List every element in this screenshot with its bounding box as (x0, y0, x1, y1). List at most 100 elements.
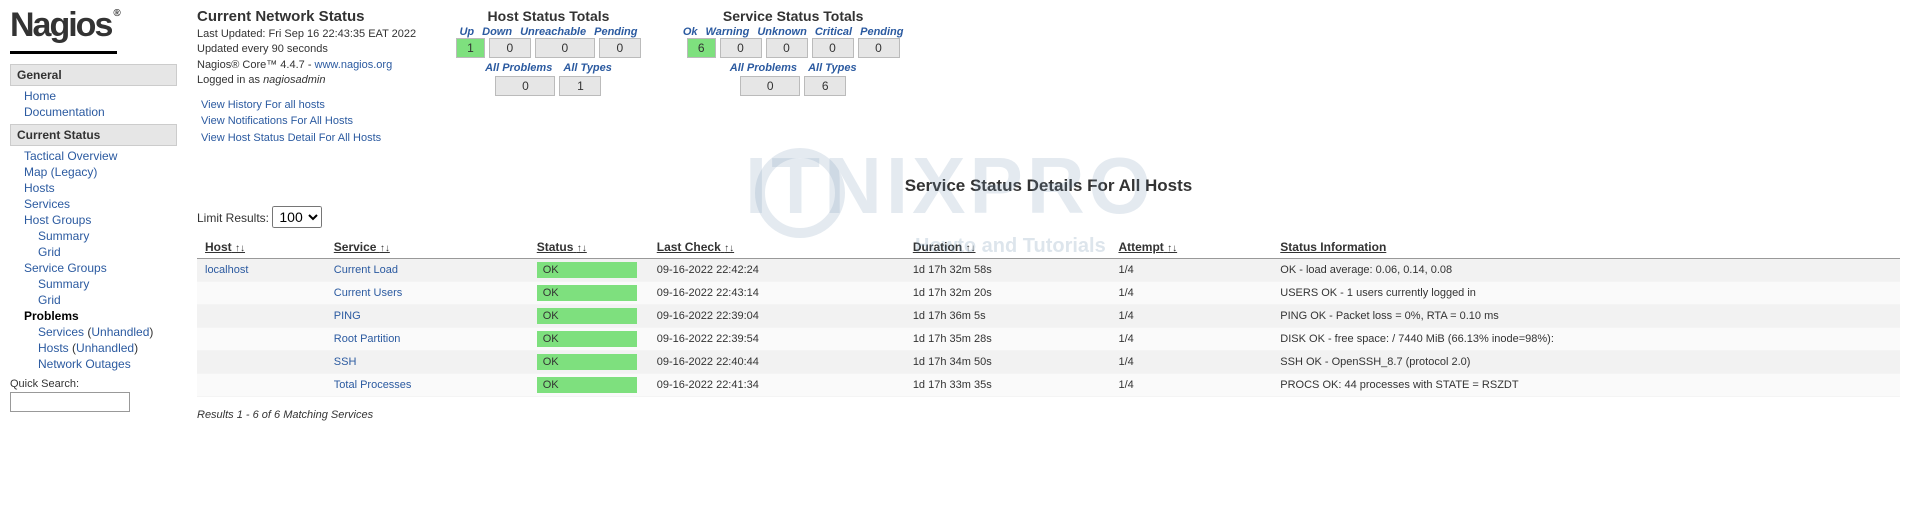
svc-val-warning[interactable]: 0 (720, 38, 762, 58)
nav-host-groups[interactable]: Host Groups (24, 213, 91, 227)
cell-status: OK (529, 305, 649, 328)
svc-val-pending[interactable]: 0 (858, 38, 900, 58)
cell-last-check: 09-16-2022 22:39:54 (649, 328, 905, 351)
nav-services[interactable]: Services (24, 197, 70, 211)
nav-servicegroups-summary[interactable]: Summary (38, 277, 89, 291)
quick-search-input[interactable] (10, 392, 130, 412)
cell-last-check: 09-16-2022 22:43:14 (649, 282, 905, 305)
svc-sub-types[interactable]: All Types (808, 62, 857, 74)
cell-host[interactable]: localhost (197, 259, 326, 282)
table-row: Current UsersOK09-16-2022 22:43:141d 17h… (197, 282, 1900, 305)
nav-hosts[interactable]: Hosts (24, 181, 55, 195)
svc-sub-problems[interactable]: All Problems (730, 62, 797, 74)
cell-host[interactable] (197, 328, 326, 351)
col-status[interactable]: Status ↑↓ (529, 236, 649, 259)
details-title: Service Status Details For All Hosts (197, 176, 1900, 196)
col-last-check[interactable]: Last Check ↑↓ (649, 236, 905, 259)
host-val-pending[interactable]: 0 (599, 38, 641, 58)
nav-list-general: Home Documentation (10, 88, 177, 120)
quick-search-label: Quick Search: (10, 378, 177, 390)
logo-text: Nagios (10, 6, 111, 44)
host-head-up[interactable]: Up (457, 26, 476, 38)
cell-host[interactable] (197, 282, 326, 305)
limit-select[interactable]: 100 (272, 206, 322, 228)
host-sub-val-problems[interactable]: 0 (495, 76, 555, 96)
cell-service[interactable]: PING (326, 305, 529, 328)
services-table: Host ↑↓ Service ↑↓ Status ↑↓ Last Check … (197, 236, 1900, 397)
cell-info: PING OK - Packet loss = 0%, RTA = 0.10 m… (1272, 305, 1900, 328)
host-head-pending[interactable]: Pending (592, 26, 639, 38)
nav-hostgroups-grid[interactable]: Grid (38, 245, 61, 259)
cell-service[interactable]: Current Users (326, 282, 529, 305)
nav-tactical-overview[interactable]: Tactical Overview (24, 149, 117, 163)
svc-head-pending[interactable]: Pending (858, 26, 905, 38)
cell-host[interactable] (197, 305, 326, 328)
host-sub-types[interactable]: All Types (563, 62, 612, 74)
cell-duration: 1d 17h 34m 50s (905, 351, 1111, 374)
network-status-block: Current Network Status Last Updated: Fri… (197, 8, 416, 146)
svc-val-unknown[interactable]: 0 (766, 38, 808, 58)
svc-val-critical[interactable]: 0 (812, 38, 854, 58)
view-notifications-link[interactable]: View Notifications For All Hosts (197, 113, 416, 130)
host-val-unreachable[interactable]: 0 (535, 38, 595, 58)
cell-service[interactable]: Total Processes (326, 374, 529, 397)
nav-home[interactable]: Home (24, 89, 56, 103)
host-head-down[interactable]: Down (480, 26, 514, 38)
status-links: View History For all hosts View Notifica… (197, 97, 416, 147)
cell-attempt: 1/4 (1110, 282, 1272, 305)
host-val-down[interactable]: 0 (489, 38, 531, 58)
limit-label: Limit Results: (197, 211, 269, 225)
cell-last-check: 09-16-2022 22:40:44 (649, 351, 905, 374)
nav-map-legacy[interactable]: Map (Legacy) (24, 165, 97, 179)
nav-network-outages[interactable]: Network Outages (38, 357, 131, 371)
cell-service[interactable]: Current Load (326, 259, 529, 282)
nav-service-groups[interactable]: Service Groups (24, 261, 107, 275)
svc-head-critical[interactable]: Critical (813, 26, 854, 38)
col-host[interactable]: Host ↑↓ (197, 236, 326, 259)
nav-hostgroups-summary[interactable]: Summary (38, 229, 89, 243)
svc-val-ok[interactable]: 6 (687, 38, 716, 58)
svc-sub-val-problems[interactable]: 0 (740, 76, 800, 96)
col-duration[interactable]: Duration ↑↓ (905, 236, 1111, 259)
service-status-totals: Service Status Totals Ok Warning Unknown… (681, 8, 906, 96)
table-row: PINGOK09-16-2022 22:39:041d 17h 36m 5s1/… (197, 305, 1900, 328)
col-status-info: Status Information (1272, 236, 1900, 259)
svc-head-ok[interactable]: Ok (681, 26, 700, 38)
username: nagiosadmin (263, 74, 325, 86)
col-attempt[interactable]: Attempt ↑↓ (1110, 236, 1272, 259)
sort-icon: ↑↓ (966, 243, 976, 254)
host-sub-problems[interactable]: All Problems (485, 62, 552, 74)
view-host-status-detail-link[interactable]: View Host Status Detail For All Hosts (197, 130, 416, 147)
main: ITNIXPRO Howto and Tutorials Current Net… (185, 0, 1910, 421)
nav-problems-hosts-unhandled[interactable]: Unhandled (76, 341, 134, 355)
table-row: SSHOK09-16-2022 22:40:441d 17h 34m 50s1/… (197, 351, 1900, 374)
results-note: Results 1 - 6 of 6 Matching Services (197, 409, 1900, 421)
sort-icon: ↑↓ (380, 243, 390, 254)
nav-problems-services[interactable]: Services (38, 325, 84, 339)
host-sub-val-types[interactable]: 1 (559, 76, 601, 96)
svc-head-warning[interactable]: Warning (704, 26, 752, 38)
cell-info: SSH OK - OpenSSH_8.7 (protocol 2.0) (1272, 351, 1900, 374)
host-head-unreachable[interactable]: Unreachable (518, 26, 588, 38)
svc-sub-val-types[interactable]: 6 (804, 76, 846, 96)
cell-service[interactable]: Root Partition (326, 328, 529, 351)
service-totals-title: Service Status Totals (681, 8, 906, 24)
nav-servicegroups-grid[interactable]: Grid (38, 293, 61, 307)
view-history-link[interactable]: View History For all hosts (197, 97, 416, 114)
nav-problems-services-unhandled[interactable]: Unhandled (91, 325, 149, 339)
host-val-up[interactable]: 1 (456, 38, 485, 58)
cell-last-check: 09-16-2022 22:39:04 (649, 305, 905, 328)
product-link[interactable]: www.nagios.org (315, 59, 393, 71)
host-status-totals: Host Status Totals Up Down Unreachable P… (456, 8, 641, 96)
cell-host[interactable] (197, 374, 326, 397)
cell-host[interactable] (197, 351, 326, 374)
network-status-title: Current Network Status (197, 8, 416, 25)
cell-service[interactable]: SSH (326, 351, 529, 374)
limit-row: Limit Results: 100 (197, 206, 1900, 228)
svc-head-unknown[interactable]: Unknown (755, 26, 809, 38)
nav-documentation[interactable]: Documentation (24, 105, 105, 119)
col-service[interactable]: Service ↑↓ (326, 236, 529, 259)
last-updated: Last Updated: Fri Sep 16 22:43:35 EAT 20… (197, 27, 416, 42)
table-row: localhostCurrent LoadOK09-16-2022 22:42:… (197, 259, 1900, 282)
nav-problems-hosts[interactable]: Hosts (38, 341, 69, 355)
